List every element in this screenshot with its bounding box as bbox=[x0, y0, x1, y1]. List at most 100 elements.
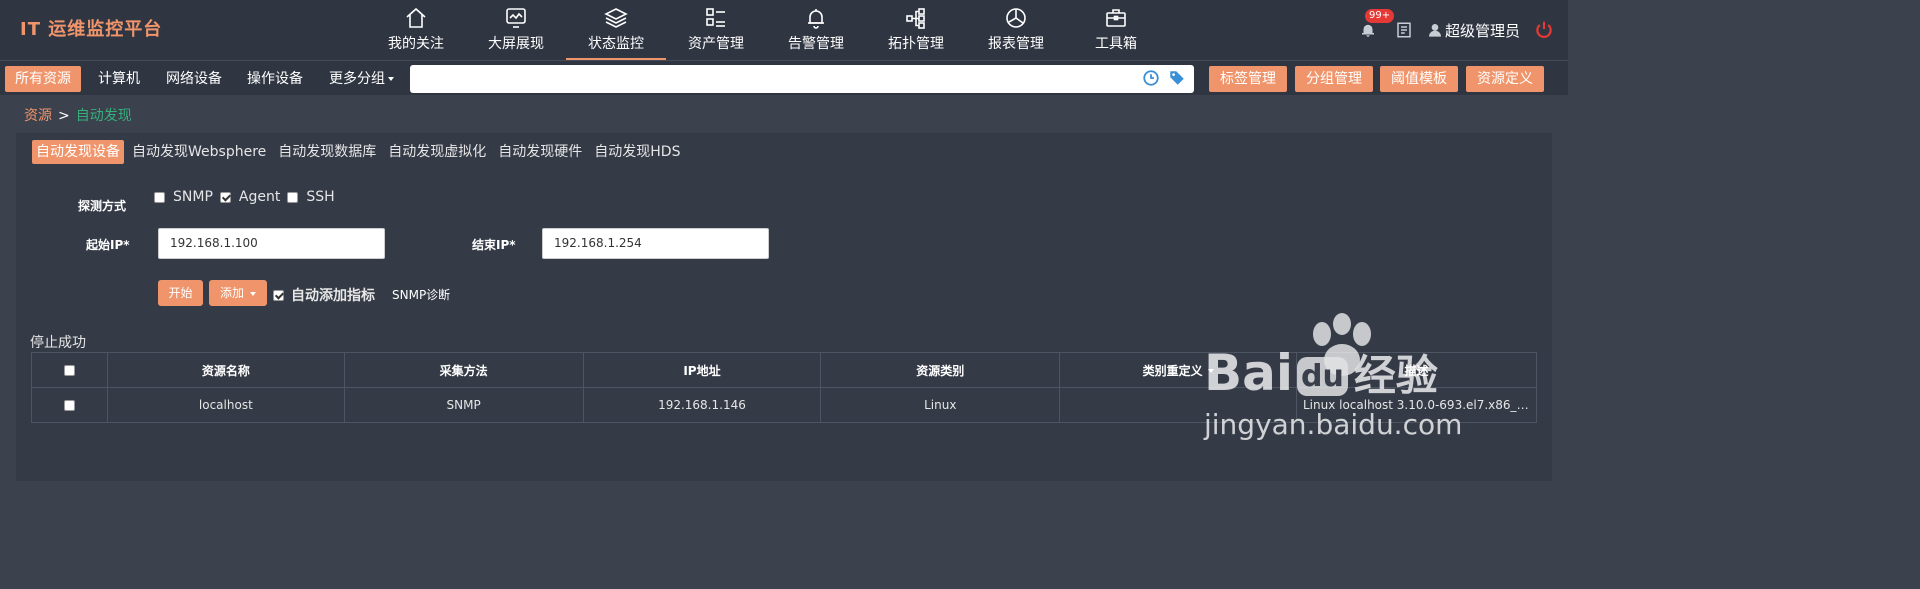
tab-discover-device[interactable]: 自动发现设备 bbox=[32, 140, 124, 164]
tag-icon[interactable] bbox=[1168, 69, 1186, 87]
clock-icon[interactable] bbox=[1142, 69, 1160, 87]
start-ip-field[interactable]: 192.168.1.100 bbox=[158, 228, 385, 259]
nav-item-alarm[interactable]: 告警管理 bbox=[766, 0, 866, 60]
nav-label: 资产管理 bbox=[688, 36, 744, 52]
top-navbar: IT 运维监控平台 我的关注 大屏展现 状态监控 资产管理 告警管理 拓扑管理 … bbox=[0, 0, 1568, 60]
user-menu[interactable]: 超级管理员 bbox=[1427, 20, 1520, 41]
discovery-tabs: 自动发现设备 自动发现Websphere 自动发现数据库 自动发现虚拟化 自动发… bbox=[32, 140, 688, 164]
end-ip-field[interactable]: 192.168.1.254 bbox=[542, 228, 769, 259]
tab-discover-websphere[interactable]: 自动发现Websphere bbox=[128, 140, 270, 164]
breadcrumb-root-link[interactable]: 资源 bbox=[24, 108, 52, 124]
auto-add-metrics: 自动添加指标 bbox=[273, 285, 375, 305]
search-input[interactable] bbox=[418, 66, 1138, 92]
nav-label: 我的关注 bbox=[388, 36, 444, 52]
select-all-checkbox[interactable] bbox=[63, 365, 75, 376]
header-collect-method: 采集方法 bbox=[343, 352, 584, 388]
category-computer[interactable]: 计算机 bbox=[88, 66, 150, 92]
user-name: 超级管理员 bbox=[1444, 21, 1520, 40]
snmp-diagnose-link[interactable]: SNMP诊断 bbox=[392, 286, 450, 303]
bell-icon bbox=[808, 9, 824, 29]
list-icon bbox=[706, 8, 725, 27]
ssh-label: SSH bbox=[306, 189, 335, 205]
notification-button[interactable]: 99+ bbox=[1355, 9, 1395, 43]
header-resource-type: 资源类别 bbox=[820, 352, 1061, 388]
main-nav: 我的关注 大屏展现 状态监控 资产管理 告警管理 拓扑管理 报表管理 工具箱 bbox=[366, 0, 1166, 60]
status-message: 停止成功 bbox=[30, 335, 86, 351]
table-header-row: 资源名称 采集方法 IP地址 资源类别 类别重定义 描述 bbox=[31, 352, 1538, 388]
logout-button[interactable] bbox=[1534, 20, 1554, 40]
nav-item-toolbox[interactable]: 工具箱 bbox=[1066, 0, 1166, 60]
add-dropdown-button[interactable]: 添加 bbox=[209, 280, 267, 306]
bell-icon bbox=[1361, 24, 1374, 37]
user-icon bbox=[1428, 24, 1441, 37]
breadcrumb: 资源 > 自动发现 bbox=[24, 105, 132, 125]
header-description: 描述 bbox=[1295, 352, 1538, 388]
book-icon bbox=[1397, 22, 1411, 38]
nav-label: 拓扑管理 bbox=[888, 36, 944, 52]
nav-item-topology[interactable]: 拓扑管理 bbox=[866, 0, 966, 60]
row-checkbox[interactable] bbox=[63, 400, 75, 411]
nav-item-my-focus[interactable]: 我的关注 bbox=[366, 0, 466, 60]
category-operation-device[interactable]: 操作设备 bbox=[237, 66, 313, 92]
add-button-label: 添加 bbox=[219, 286, 244, 300]
cell-resource-type: Linux bbox=[820, 387, 1061, 423]
resource-search-box bbox=[410, 65, 1194, 93]
ssh-checkbox[interactable] bbox=[287, 191, 299, 203]
nav-label: 报表管理 bbox=[988, 36, 1044, 52]
start-button[interactable]: 开始 bbox=[158, 280, 203, 306]
monitor-icon bbox=[506, 8, 526, 28]
auto-discovery-panel: 自动发现设备 自动发现Websphere 自动发现数据库 自动发现虚拟化 自动发… bbox=[16, 133, 1552, 481]
nav-item-report[interactable]: 报表管理 bbox=[966, 0, 1066, 60]
cell-type-redefine bbox=[1059, 387, 1297, 423]
probe-method-options: SNMP Agent SSH bbox=[154, 189, 342, 205]
top-right-tools: 99+ 超级管理员 bbox=[1355, 0, 1554, 60]
header-type-redefine[interactable]: 类别重定义 bbox=[1059, 352, 1297, 388]
layers-icon bbox=[604, 8, 628, 28]
home-icon bbox=[406, 7, 426, 28]
table-row: localhost SNMP 192.168.1.146 Linux Linux… bbox=[31, 387, 1538, 423]
nav-label: 工具箱 bbox=[1095, 36, 1137, 52]
nav-item-status-monitor[interactable]: 状态监控 bbox=[566, 0, 666, 60]
type-redefine-label: 类别重定义 bbox=[1142, 363, 1203, 378]
auto-add-metrics-checkbox[interactable] bbox=[273, 289, 284, 301]
discovery-results-table: 资源名称 采集方法 IP地址 资源类别 类别重定义 描述 localhost S… bbox=[31, 352, 1538, 423]
topology-icon bbox=[906, 8, 925, 29]
nav-label: 状态监控 bbox=[588, 36, 644, 52]
toolbox-icon bbox=[1106, 9, 1126, 27]
message-book-button[interactable] bbox=[1395, 21, 1413, 39]
header-resource-name: 资源名称 bbox=[106, 352, 345, 388]
category-more-groups-dropdown[interactable]: 更多分组 bbox=[319, 66, 404, 92]
row-select-cell bbox=[31, 387, 108, 423]
nav-item-asset[interactable]: 资产管理 bbox=[666, 0, 766, 60]
notification-badge: 99+ bbox=[1364, 9, 1395, 23]
snmp-checkbox[interactable] bbox=[154, 191, 165, 203]
agent-label: Agent bbox=[238, 189, 281, 205]
resource-definition-button[interactable]: 资源定义 bbox=[1466, 66, 1544, 92]
category-bar: 所有资源 计算机 网络设备 操作设备 更多分组 标签管理 分组管理 阈值模板 资… bbox=[0, 60, 1568, 95]
nav-item-big-screen[interactable]: 大屏展现 bbox=[466, 0, 566, 60]
group-management-button[interactable]: 分组管理 bbox=[1295, 66, 1373, 92]
threshold-template-button[interactable]: 阈值模板 bbox=[1380, 66, 1458, 92]
more-groups-label: 更多分组 bbox=[329, 71, 385, 87]
nav-label: 告警管理 bbox=[788, 36, 844, 52]
cell-resource-name: localhost bbox=[106, 387, 345, 423]
snmp-label: SNMP bbox=[173, 189, 213, 205]
auto-add-metrics-label: 自动添加指标 bbox=[291, 288, 375, 304]
nav-label: 大屏展现 bbox=[488, 36, 544, 52]
header-select-all bbox=[31, 352, 108, 388]
probe-method-label: 探测方式 bbox=[78, 199, 127, 213]
app-logo: IT 运维监控平台 bbox=[20, 19, 163, 40]
start-ip-label: 起始IP* bbox=[86, 238, 130, 252]
agent-checkbox[interactable] bbox=[219, 191, 231, 203]
pie-chart-icon bbox=[1006, 8, 1026, 28]
category-network-device[interactable]: 网络设备 bbox=[156, 66, 232, 92]
tag-management-button[interactable]: 标签管理 bbox=[1209, 66, 1287, 92]
breadcrumb-current: 自动发现 bbox=[75, 108, 132, 124]
tab-discover-hardware[interactable]: 自动发现硬件 bbox=[494, 140, 586, 164]
cell-description: Linux localhost 3.10.0-693.el7.x86_64 ..… bbox=[1295, 387, 1538, 423]
tab-discover-hds[interactable]: 自动发现HDS bbox=[590, 140, 684, 164]
tab-discover-database[interactable]: 自动发现数据库 bbox=[274, 140, 380, 164]
breadcrumb-separator: > bbox=[58, 108, 70, 124]
tab-discover-virtualization[interactable]: 自动发现虚拟化 bbox=[384, 140, 490, 164]
category-all-resources[interactable]: 所有资源 bbox=[5, 66, 81, 92]
